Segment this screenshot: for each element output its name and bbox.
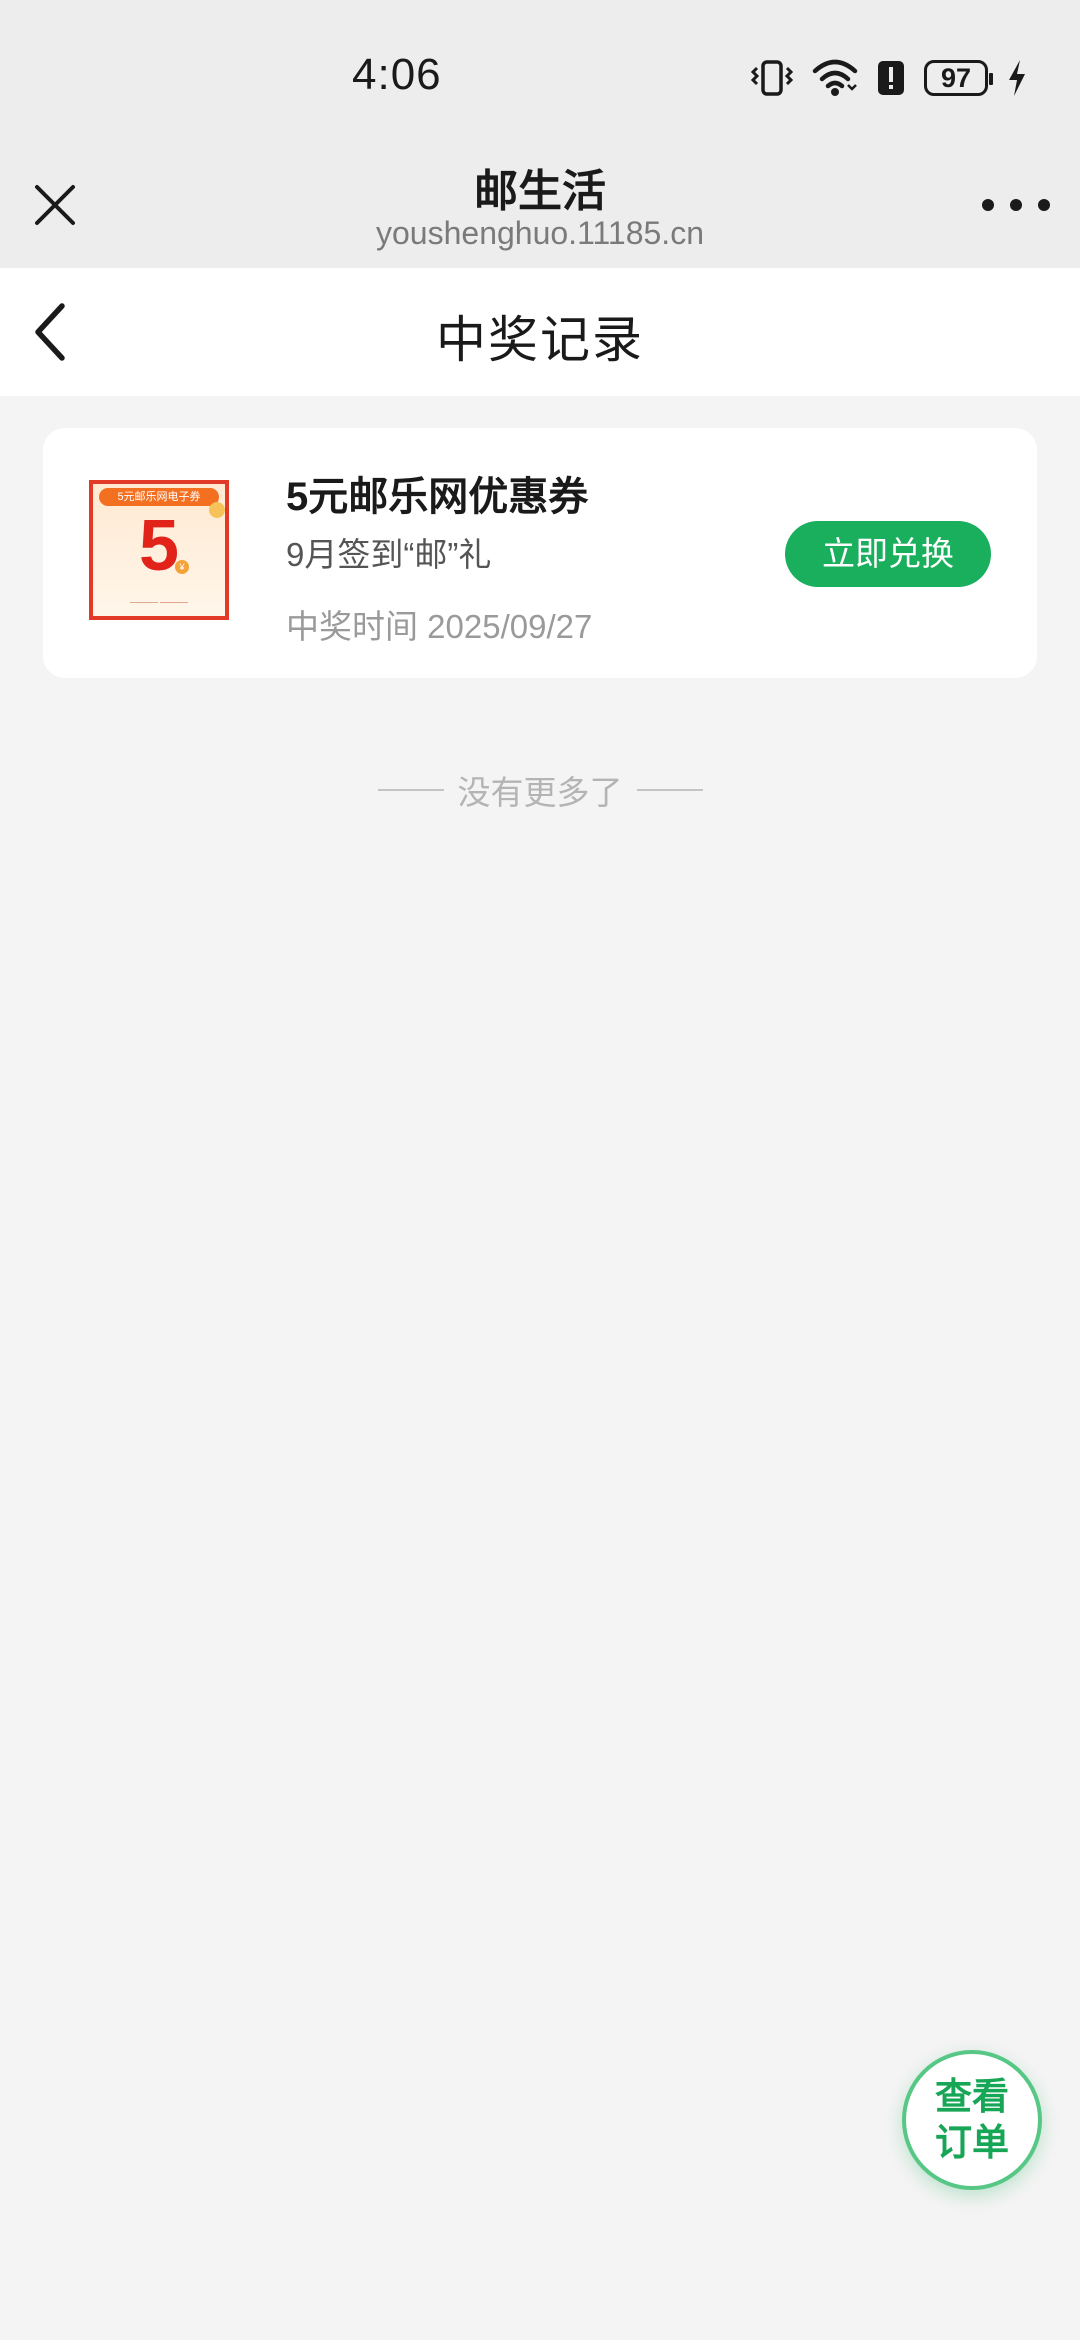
coupon-image: 5元邮乐网电子券 5 ¥ ———— ———— xyxy=(89,480,229,620)
coupon-amount: 5 xyxy=(138,506,180,586)
coupon-currency: ¥ xyxy=(175,560,189,574)
divider-line xyxy=(636,789,703,791)
more-dot-icon xyxy=(1038,199,1050,211)
prize-name: 5元邮乐网优惠券 xyxy=(286,475,589,519)
status-bar: 4:06 97 xyxy=(0,0,1080,150)
more-dot-icon xyxy=(982,199,994,211)
battery-level: 97 xyxy=(940,62,972,93)
browser-url: youshenghuo.11185.cn xyxy=(376,215,704,251)
page-title: 中奖记录 xyxy=(436,312,644,368)
charging-icon xyxy=(1009,60,1025,96)
redeem-button[interactable]: 立即兑换 xyxy=(785,521,991,587)
page-nav-bar: 中奖记录 xyxy=(0,268,1080,396)
coupon-image-inner: 5元邮乐网电子券 5 ¥ ———— ———— xyxy=(93,484,225,616)
prize-record-card: 5元邮乐网电子券 5 ¥ ———— ———— 5元邮乐网优惠券 9月签到“邮”礼… xyxy=(43,428,1037,678)
divider-line xyxy=(377,789,444,791)
alert-icon xyxy=(878,61,904,95)
view-orders-label-line1: 查看 xyxy=(935,2076,1009,2117)
prize-activity: 9月签到“邮”礼 xyxy=(286,536,492,573)
browser-header: 邮生活 youshenghuo.11185.cn xyxy=(0,150,1080,268)
coupon-banner: 5元邮乐网电子券 xyxy=(99,488,219,506)
status-icons: 97 xyxy=(750,56,1028,100)
battery-icon: 97 xyxy=(924,60,993,96)
list-end-indicator: 没有更多了 xyxy=(0,766,1080,814)
coupon-decoration-icon xyxy=(209,502,225,518)
prize-win-time: 中奖时间 2025/09/27 xyxy=(286,608,593,645)
vibrate-icon xyxy=(750,60,794,96)
view-orders-label-line2: 订单 xyxy=(935,2122,1009,2163)
more-options-button[interactable] xyxy=(982,180,1050,230)
coupon-footer-decoration: ———— ———— xyxy=(130,599,188,606)
view-orders-button[interactable]: 查看 订单 xyxy=(902,2050,1042,2190)
more-dot-icon xyxy=(1010,199,1022,211)
wifi-icon xyxy=(812,59,858,96)
status-time: 4:06 xyxy=(352,50,442,99)
browser-title: 邮生活 xyxy=(474,167,606,216)
no-more-text: 没有更多了 xyxy=(457,774,623,811)
